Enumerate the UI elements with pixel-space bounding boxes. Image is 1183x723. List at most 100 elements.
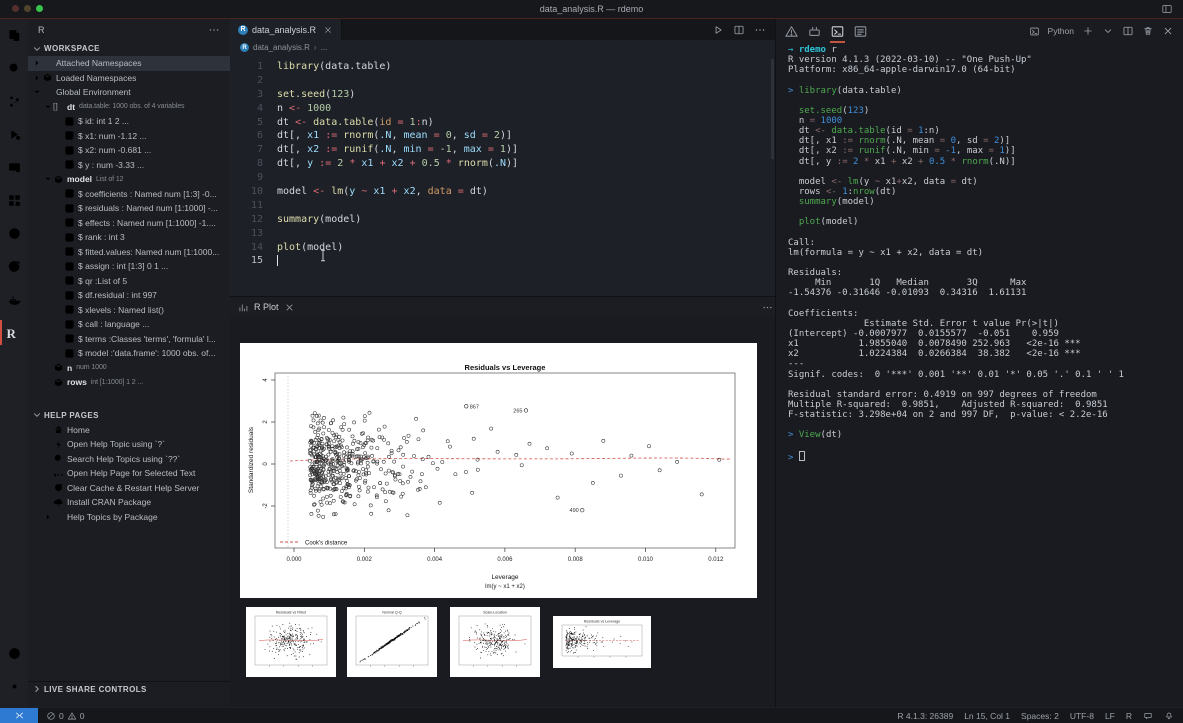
terminal-dropdown-icon[interactable] bbox=[1102, 25, 1114, 37]
code-line[interactable]: 3set.seed(123) bbox=[230, 88, 775, 102]
plot-thumbnail-3[interactable]: Scale-Location bbox=[450, 607, 540, 677]
tree-item[interactable]: Loaded Namespaces bbox=[28, 71, 230, 86]
section-live-share-controls[interactable]: LIVE SHARE CONTROLS bbox=[28, 681, 230, 696]
tree-item[interactable]: $ residuals : Named num [1:1000] -... bbox=[28, 201, 230, 216]
tree-item[interactable]: Global Environment bbox=[28, 85, 230, 100]
window-minimize-button[interactable] bbox=[24, 5, 31, 12]
activity-github[interactable] bbox=[0, 217, 28, 250]
tree-item[interactable]: rowsint [1:1000] 1 2 ... bbox=[28, 375, 230, 390]
sidebar-more-actions-icon[interactable] bbox=[208, 24, 220, 36]
tree-item[interactable]: $ model :'data.frame': 1000 obs. of... bbox=[28, 346, 230, 361]
new-terminal-icon[interactable] bbox=[1082, 25, 1094, 37]
remote-indicator[interactable] bbox=[0, 708, 38, 723]
code-line[interactable]: 12summary(model) bbox=[230, 213, 775, 227]
help-item[interactable]: Open Help Page for Selected Text bbox=[28, 466, 230, 481]
activity-source-control[interactable] bbox=[0, 85, 28, 118]
breadcrumb-symbol[interactable]: ... bbox=[321, 43, 328, 52]
editor-scrollbar[interactable] bbox=[771, 59, 774, 159]
tree-item[interactable]: $ effects : Named num [1:1000] -1.... bbox=[28, 216, 230, 231]
plot-close-icon[interactable] bbox=[284, 302, 295, 313]
activity-live-share[interactable] bbox=[0, 250, 28, 283]
tree-item[interactable]: $ y : num -3.33 ... bbox=[28, 158, 230, 173]
eol-status[interactable]: LF bbox=[1105, 711, 1115, 721]
tree-item[interactable]: $ coefficients : Named num [1:3] -0... bbox=[28, 187, 230, 202]
code-line[interactable]: 1library(data.table) bbox=[230, 60, 775, 74]
feedback-icon[interactable] bbox=[1143, 711, 1153, 721]
terminal-tab-icon[interactable] bbox=[830, 24, 845, 39]
notifications-bell-icon[interactable] bbox=[1164, 711, 1174, 721]
code-line[interactable]: 5dt <- data.table(id = 1:n) bbox=[230, 116, 775, 130]
r-version-status[interactable]: R 4.1.3: 26389 bbox=[897, 711, 953, 721]
editor-more-actions-icon[interactable] bbox=[754, 24, 766, 36]
section-help-pages[interactable]: HELP PAGES bbox=[28, 408, 230, 423]
plot-thumbnail-4[interactable]: Residuals vs Leverage bbox=[553, 616, 651, 668]
activity-search[interactable] bbox=[0, 52, 28, 85]
code-line[interactable]: 8dt[, y := 2 * x1 + x2 + 0.5 * rnorm(.N)… bbox=[230, 157, 775, 171]
tree-item[interactable]: $ x1: num -1.12 ... bbox=[28, 129, 230, 144]
code-line[interactable]: 9 bbox=[230, 171, 775, 185]
code-line[interactable]: 7dt[, x2 := runif(.N, min = -1, max = 1)… bbox=[230, 143, 775, 157]
code-line[interactable]: 15 bbox=[230, 254, 775, 268]
tree-item[interactable]: modelList of 12 bbox=[28, 172, 230, 187]
code-line[interactable]: 14plot(model) bbox=[230, 241, 775, 255]
r-plot-tab-label[interactable]: R Plot bbox=[254, 302, 279, 312]
plot-thumbnail-1[interactable]: Residuals vs Fitted bbox=[246, 607, 336, 677]
window-controls[interactable] bbox=[12, 5, 43, 12]
code-line[interactable]: 4n <- 1000 bbox=[230, 102, 775, 116]
terminal-output[interactable]: → rdemo rR version 4.1.3 (2022-03-10) --… bbox=[788, 45, 1124, 461]
tree-item[interactable]: $ df.residual : int 997 bbox=[28, 288, 230, 303]
code-line[interactable]: 10model <- lm(y ~ x1 + x2, data = dt) bbox=[230, 185, 775, 199]
activity-manage-settings[interactable] bbox=[0, 670, 28, 703]
tree-item[interactable]: $ terms :Classes 'terms', 'formula' l... bbox=[28, 332, 230, 347]
tab-data-analysis-r[interactable]: R data_analysis.R bbox=[230, 19, 342, 40]
breadcrumb[interactable]: R data_analysis.R › ... bbox=[230, 40, 785, 55]
help-item[interactable]: Open Help Topic using `?` bbox=[28, 437, 230, 452]
customize-layout-icon[interactable] bbox=[1161, 3, 1173, 15]
activity-explorer[interactable] bbox=[0, 19, 28, 52]
output-tab-icon[interactable] bbox=[853, 24, 868, 39]
code-line[interactable]: 13 bbox=[230, 227, 775, 241]
tree-item[interactable]: $ xlevels : Named list() bbox=[28, 303, 230, 318]
cursor-position-status[interactable]: Ln 15, Col 1 bbox=[964, 711, 1010, 721]
activity-extensions[interactable] bbox=[0, 184, 28, 217]
help-item[interactable]: Search Help Topics using `??` bbox=[28, 452, 230, 467]
tree-item[interactable]: nnum 1000 bbox=[28, 361, 230, 376]
close-panel-icon[interactable] bbox=[1162, 25, 1174, 37]
activity-run-and-debug[interactable] bbox=[0, 118, 28, 151]
plot-more-actions-icon[interactable] bbox=[762, 302, 773, 313]
help-item[interactable]: Home bbox=[28, 423, 230, 438]
code-editor[interactable]: 1library(data.table)23set.seed(123)4n <-… bbox=[230, 55, 775, 301]
language-mode-status[interactable]: R bbox=[1126, 711, 1132, 721]
split-terminal-icon[interactable] bbox=[1122, 25, 1134, 37]
run-source-icon[interactable] bbox=[712, 24, 724, 36]
code-line[interactable]: 2 bbox=[230, 74, 775, 88]
problems-tab-icon[interactable] bbox=[784, 24, 799, 39]
tree-item[interactable]: $ qr :List of 5 bbox=[28, 274, 230, 289]
encoding-status[interactable]: UTF-8 bbox=[1070, 711, 1094, 721]
tree-item[interactable]: $ assign : int [1:3] 0 1 ... bbox=[28, 259, 230, 274]
tree-item[interactable]: [ ]dtdata.table: 1000 obs. of 4 variable… bbox=[28, 100, 230, 115]
activity-remote-explorer[interactable] bbox=[0, 151, 28, 184]
activity-docker[interactable] bbox=[0, 283, 28, 316]
help-item[interactable]: Clear Cache & Restart Help Server bbox=[28, 481, 230, 496]
breadcrumb-file[interactable]: data_analysis.R bbox=[253, 43, 310, 52]
code-line[interactable]: 6dt[, x1 := rnorm(.N, mean = 0, sd = 2)] bbox=[230, 129, 775, 143]
code-line[interactable]: 11 bbox=[230, 199, 775, 213]
section-workspace[interactable]: WORKSPACE bbox=[28, 41, 230, 56]
tree-item[interactable]: $ rank : int 3 bbox=[28, 230, 230, 245]
indentation-status[interactable]: Spaces: 2 bbox=[1021, 711, 1059, 721]
tree-item[interactable]: $ id: int 1 2 ... bbox=[28, 114, 230, 129]
activity-accounts[interactable] bbox=[0, 637, 28, 670]
problems-status[interactable]: 0 0 bbox=[46, 711, 84, 721]
split-editor-icon[interactable] bbox=[733, 24, 745, 36]
tree-item[interactable]: $ x2: num -0.681 ... bbox=[28, 143, 230, 158]
window-close-button[interactable] bbox=[12, 5, 19, 12]
shell-label[interactable]: Python bbox=[1048, 26, 1074, 36]
tree-item[interactable]: $ fitted.values: Named num [1:1000... bbox=[28, 245, 230, 260]
kill-terminal-icon[interactable] bbox=[1142, 25, 1154, 37]
plot-thumbnail-2[interactable]: Normal Q-Q bbox=[347, 607, 437, 677]
window-zoom-button[interactable] bbox=[36, 5, 43, 12]
ports-tab-icon[interactable] bbox=[807, 24, 822, 39]
tree-item[interactable]: $ call : language ... bbox=[28, 317, 230, 332]
help-item[interactable]: Install CRAN Package bbox=[28, 495, 230, 510]
